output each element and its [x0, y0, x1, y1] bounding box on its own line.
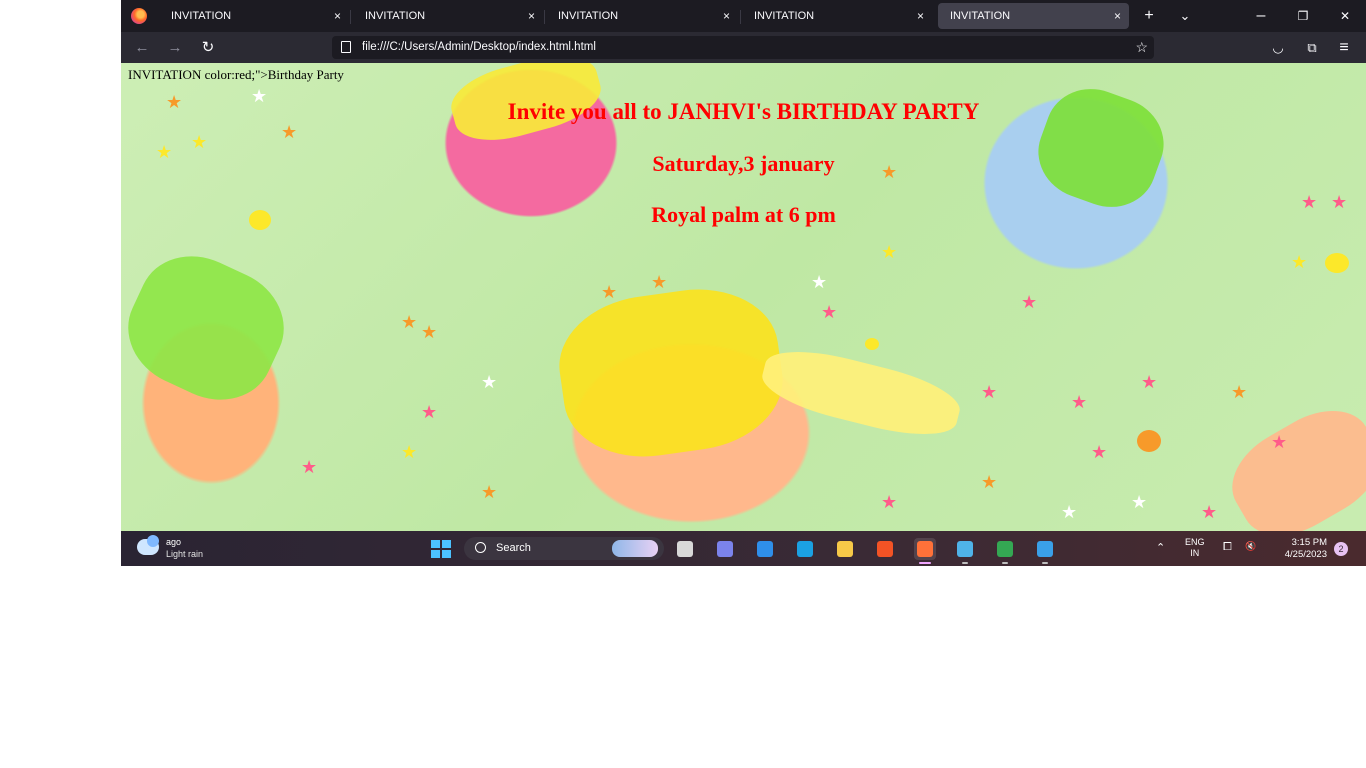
page-icon	[341, 41, 351, 53]
screen: INVITATION × INVITATION × INVITATION × I…	[121, 0, 1366, 566]
tab-label: INVITATION	[365, 10, 426, 22]
running-indicator	[919, 562, 931, 564]
firefox-icon	[917, 541, 933, 557]
url-text[interactable]: file:///C:/Users/Admin/Desktop/index.htm…	[362, 36, 596, 59]
notepad-taskbar-button[interactable]	[954, 538, 976, 564]
close-icon[interactable]: ×	[917, 3, 924, 29]
teams-chat-icon	[717, 541, 733, 557]
close-icon[interactable]: ×	[528, 3, 535, 29]
bookmark-star-icon[interactable]: ☆	[1135, 36, 1148, 59]
running-indicator	[1042, 562, 1048, 564]
search-label: Search	[496, 542, 531, 554]
close-window-button[interactable]: ✕	[1330, 0, 1360, 32]
tab-invitation-1[interactable]: INVITATION ×	[159, 3, 349, 29]
paint-taskbar-button[interactable]	[1034, 538, 1056, 564]
paint-icon	[1037, 541, 1053, 557]
network-icon[interactable]: ⧠	[1223, 541, 1232, 554]
new-tab-button[interactable]: +	[1134, 0, 1164, 32]
edge-taskbar-button[interactable]	[794, 538, 816, 560]
microsoft-store-taskbar-button[interactable]	[874, 538, 896, 560]
firefox-taskbar-button[interactable]	[914, 538, 936, 564]
edge-icon	[797, 541, 813, 557]
navigation-toolbar: ← → ↻ file:///C:/Users/Admin/Desktop/ind…	[121, 32, 1366, 63]
running-indicator	[1002, 562, 1008, 564]
clock[interactable]: 3:15 PM 4/25/2023	[1271, 537, 1327, 561]
url-bar[interactable]: file:///C:/Users/Admin/Desktop/index.htm…	[332, 36, 1154, 59]
mail-taskbar-button[interactable]	[754, 538, 776, 560]
close-icon[interactable]: ×	[1114, 3, 1121, 29]
language-code: ENG	[1185, 537, 1205, 547]
back-button[interactable]: ←	[129, 35, 155, 61]
task-view-taskbar-button[interactable]	[674, 538, 696, 560]
taskbar: ago Light rain Search ⌃ ENG IN ⧠ 🔇 3:15 …	[121, 531, 1366, 566]
tab-strip: INVITATION × INVITATION × INVITATION × I…	[121, 0, 1366, 32]
clock-date: 4/25/2023	[1284, 549, 1327, 560]
reload-button[interactable]: ↻	[195, 35, 221, 61]
weather-condition[interactable]: Light rain	[166, 548, 203, 560]
notification-badge[interactable]: 2	[1334, 542, 1348, 556]
taskbar-search[interactable]: Search	[464, 537, 664, 560]
volume-muted-icon[interactable]: 🔇	[1245, 541, 1256, 552]
invite-heading: Invite you all to JANHVI's BIRTHDAY PART…	[507, 99, 980, 124]
windows-start-icon[interactable]	[431, 540, 451, 558]
forward-button[interactable]: →	[162, 35, 188, 61]
tab-invitation-4[interactable]: INVITATION ×	[742, 3, 932, 29]
file-explorer-icon	[837, 541, 853, 557]
menu-icon[interactable]: ≡	[1331, 35, 1357, 61]
clock-time: 3:15 PM	[1291, 537, 1327, 548]
pocket-icon[interactable]: ◡	[1265, 35, 1291, 61]
running-indicator	[962, 562, 968, 564]
gift-background-image: ★ ★ ★ ★ ★ ★ ★ ★ ★ ★ ★ ★ ★ ★ ★ ★ ★ ★ ★ ★ …	[121, 63, 1366, 531]
search-highlight-image	[612, 540, 658, 557]
restore-button[interactable]: ❐	[1288, 0, 1318, 32]
tab-label: INVITATION	[950, 10, 1011, 22]
page-content: ★ ★ ★ ★ ★ ★ ★ ★ ★ ★ ★ ★ ★ ★ ★ ★ ★ ★ ★ ★ …	[121, 63, 1366, 531]
list-all-tabs-button[interactable]: ⌄	[1170, 0, 1200, 32]
tab-divider	[544, 10, 545, 24]
tab-invitation-3[interactable]: INVITATION ×	[546, 3, 738, 29]
cloud-rain-icon[interactable]	[137, 535, 159, 555]
party-venue-time: Royal palm at 6 pm	[651, 202, 836, 227]
tab-label: INVITATION	[171, 10, 232, 22]
extensions-icon[interactable]: ⧉	[1299, 35, 1325, 61]
weather-temperature[interactable]: ago	[166, 536, 181, 548]
tab-divider	[350, 10, 351, 24]
close-icon[interactable]: ×	[723, 3, 730, 29]
task-view-icon	[677, 541, 693, 557]
input-language[interactable]: ENG IN	[1185, 537, 1205, 559]
chevron-up-icon[interactable]: ⌃	[1156, 541, 1165, 554]
teams-chat-taskbar-button[interactable]	[714, 538, 736, 560]
microsoft-store-icon	[877, 541, 893, 557]
tab-invitation-active[interactable]: INVITATION ×	[938, 3, 1129, 29]
tab-invitation-2[interactable]: INVITATION ×	[353, 3, 543, 29]
tab-label: INVITATION	[754, 10, 815, 22]
party-date: Saturday,3 january	[652, 151, 835, 176]
notepad-icon	[957, 541, 973, 557]
tab-divider	[740, 10, 741, 24]
firefox-view-icon[interactable]	[131, 8, 147, 24]
search-icon	[475, 542, 486, 553]
minimize-button[interactable]: –	[1246, 0, 1276, 32]
file-explorer-taskbar-button[interactable]	[834, 538, 856, 560]
tab-label: INVITATION	[558, 10, 619, 22]
mail-icon	[757, 541, 773, 557]
page-raw-text: INVITATION color:red;">Birthday Party	[128, 67, 344, 82]
region-code: IN	[1190, 548, 1200, 558]
chrome-icon	[997, 541, 1013, 557]
chrome-taskbar-button[interactable]	[994, 538, 1016, 564]
close-icon[interactable]: ×	[334, 3, 341, 29]
